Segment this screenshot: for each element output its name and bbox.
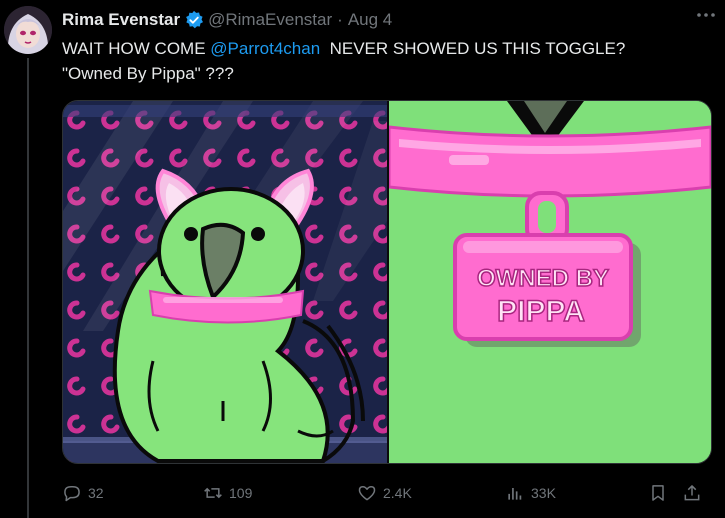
thread-line (27, 58, 29, 518)
tweet-text-line-1: WAIT HOW COME @Parrot4chan NEVER SHOWED … (62, 36, 702, 61)
mention-link[interactable]: @Parrot4chan (210, 39, 320, 58)
views-button[interactable]: 33K (505, 480, 556, 506)
bookmark-icon (652, 485, 664, 501)
tweet-header: Rima Evenstar @RimaEvenstar · Aug 4 (62, 8, 715, 32)
avatar[interactable] (4, 6, 52, 54)
tag-text-line-2: PIPPA (497, 295, 585, 328)
separator-dot: · (337, 10, 343, 29)
reply-icon (64, 486, 80, 502)
tag-text-line-1: OWNED BY (477, 265, 609, 292)
media-image-left[interactable] (63, 101, 387, 463)
share-button[interactable] (682, 480, 708, 506)
verified-badge-icon (184, 10, 204, 30)
like-button[interactable]: 2.4K (357, 480, 412, 506)
tweet-text-after: NEVER SHOWED US THIS TOGGLE? (320, 39, 626, 58)
avatar-image (4, 6, 52, 54)
share-icon (684, 485, 700, 501)
action-bar: 32 109 2.4K 33K (62, 480, 712, 506)
tweet-text: WAIT HOW COME @Parrot4chan NEVER SHOWED … (62, 36, 702, 86)
heart-icon (358, 486, 376, 501)
views-icon (508, 488, 522, 500)
like-count: 2.4K (383, 485, 412, 501)
repost-button[interactable]: 109 (203, 480, 252, 506)
author-handle[interactable]: @RimaEvenstar (208, 10, 332, 30)
media-attachment[interactable]: OWNED BY PIPPA (62, 100, 712, 464)
repost-count: 109 (229, 485, 253, 501)
tweet-text-before: WAIT HOW COME (62, 39, 211, 58)
bookmark-button[interactable] (648, 480, 674, 506)
reply-count: 32 (88, 485, 104, 501)
author-name[interactable]: Rima Evenstar (62, 10, 180, 30)
repost-icon (204, 487, 222, 499)
more-options-icon[interactable] (693, 4, 719, 26)
media-image-right[interactable]: OWNED BY PIPPA (387, 101, 711, 463)
views-count: 33K (531, 485, 556, 501)
reply-button[interactable]: 32 (62, 480, 104, 506)
post-date[interactable]: Aug 4 (348, 10, 392, 30)
tweet-text-line-2: "Owned By Pippa" ??? (62, 64, 234, 83)
